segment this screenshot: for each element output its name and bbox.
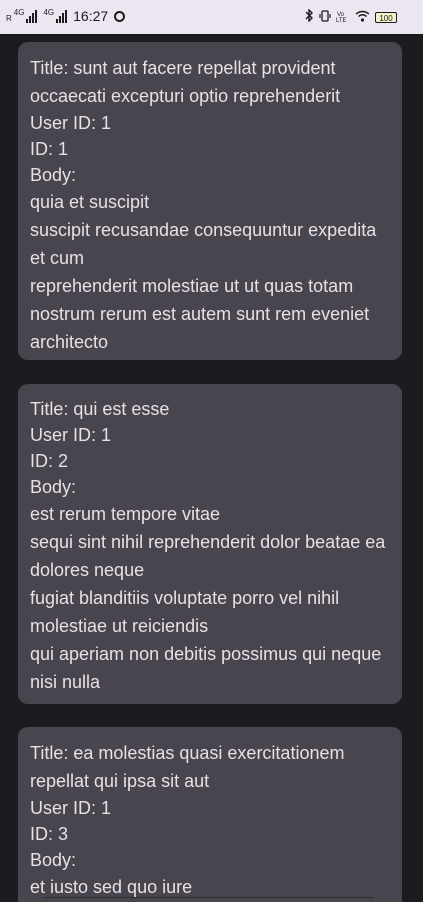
post-body-label: Body: <box>30 850 77 870</box>
post-body-line: fugiat blanditiis voluptate porro vel ni… <box>30 588 340 636</box>
post-list[interactable]: Title: sunt aut facere repellat providen… <box>0 34 423 902</box>
battery-icon: 100 <box>375 11 397 23</box>
post-id: ID: 3 <box>30 824 69 844</box>
network-type-sim1: 4G <box>13 8 25 17</box>
post-title: Title: ea molestias quasi exercitationem… <box>30 743 345 791</box>
post-user-id: User ID: 1 <box>30 798 112 818</box>
post-body-line: sequi sint nihil reprehenderit dolor bea… <box>30 532 386 580</box>
svg-text:LTE: LTE <box>336 18 347 23</box>
volte-icon: Vo LTE <box>336 10 350 25</box>
settings-gear-icon <box>114 10 126 22</box>
post-body-line: est rerum tempore vitae <box>30 504 221 524</box>
status-bar-right: Vo LTE 100 <box>305 8 397 25</box>
post-body-line: qui aperiam non debitis possimus qui neq… <box>30 644 382 692</box>
post-card[interactable]: Title: qui est esse User ID: 1 ID: 2 Bod… <box>18 384 402 704</box>
post-id: ID: 1 <box>30 139 69 159</box>
post-body-label: Body: <box>30 165 77 185</box>
post-user-id: User ID: 1 <box>30 425 112 445</box>
signal-sim1-icon: R 4G <box>6 8 38 23</box>
roaming-indicator: R <box>6 14 12 23</box>
navigation-handle <box>44 897 374 902</box>
post-card[interactable]: Title: sunt aut facere repellat providen… <box>18 42 402 360</box>
post-title: Title: sunt aut facere repellat providen… <box>30 58 341 106</box>
post-card[interactable]: Title: ea molestias quasi exercitationem… <box>18 727 402 902</box>
wifi-icon <box>355 10 370 25</box>
post-user-id: User ID: 1 <box>30 113 112 133</box>
post-body-line: reprehenderit molestiae ut ut quas totam… <box>30 276 370 352</box>
network-type-sim2: 4G <box>43 8 55 17</box>
vibrate-icon <box>319 9 331 25</box>
bluetooth-icon <box>305 8 314 25</box>
signal-sim2-icon: 4G <box>43 8 68 23</box>
post-title: Title: qui est esse <box>30 399 170 419</box>
clock: 16:27 <box>73 8 109 24</box>
status-bar: R 4G 4G 16:27 Vo LTE 100 <box>0 0 423 34</box>
post-body-line: suscipit recusandae consequuntur expedit… <box>30 220 377 268</box>
post-body-line: quia et suscipit <box>30 192 150 212</box>
post-body-label: Body: <box>30 477 77 497</box>
post-id: ID: 2 <box>30 451 69 471</box>
status-bar-left: R 4G 4G 16:27 <box>6 8 126 24</box>
